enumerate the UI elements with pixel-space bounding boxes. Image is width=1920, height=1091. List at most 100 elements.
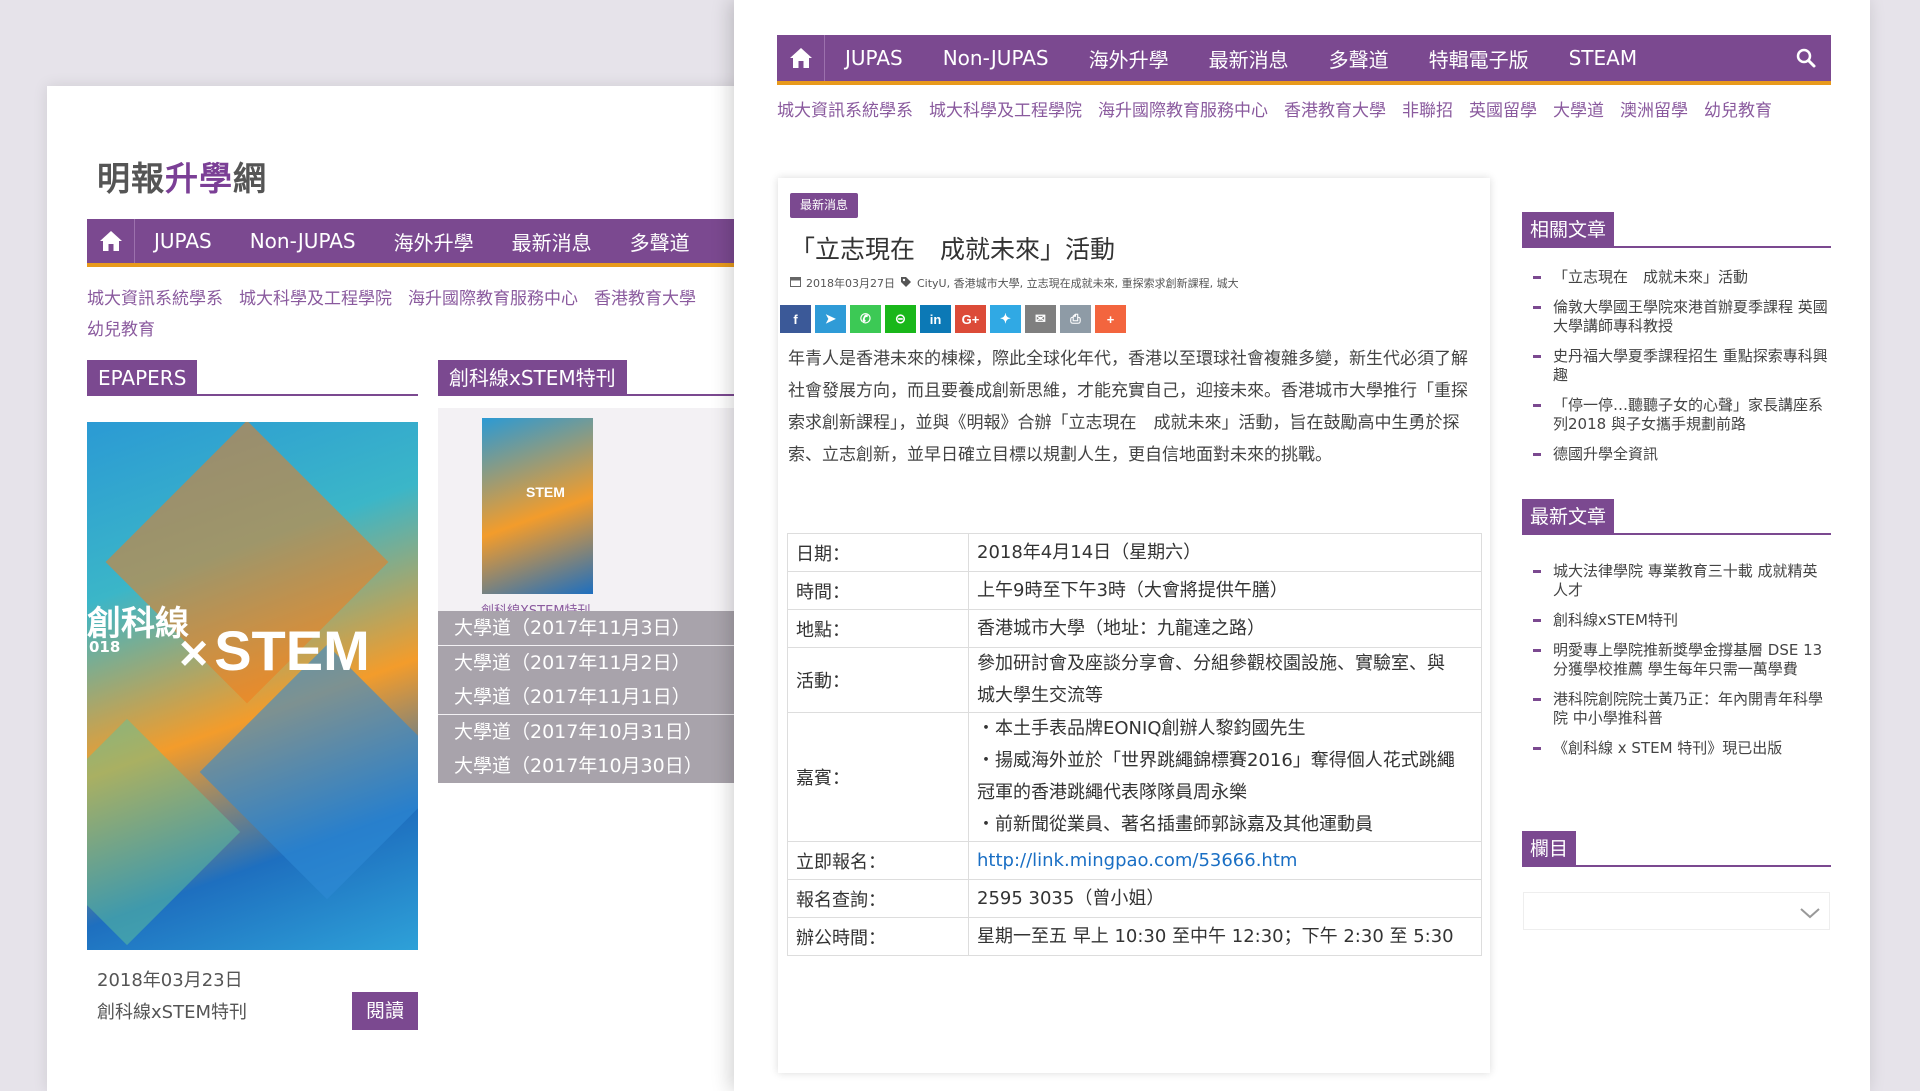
facebook-icon[interactable]: f [780,305,811,333]
archive-item[interactable]: 大學道（2017年11月2日） [438,646,767,680]
home-icon[interactable] [87,219,135,263]
info-label: 日期： [787,533,969,572]
archive-item[interactable]: 大學道（2017年11月3日） [438,611,767,645]
quick-link[interactable]: 英國留學 [1469,101,1537,121]
email-icon[interactable]: ✉ [1025,305,1056,333]
nav-item[interactable]: 多聲道 [611,227,709,256]
quick-link[interactable]: 城大資訊系統學系 [87,289,223,309]
article-intro: 年青人是香港未來的棟樑，際此全球化年代，香港以至環球社會複雜多變，新生代必須了解… [788,349,1468,465]
quick-link[interactable]: 幼兒教育 [87,320,155,340]
info-label: 活動： [787,647,969,713]
signup-link[interactable]: http://link.mingpao.com/53666.htm [977,850,1297,871]
latest-header: 最新文章 [1522,499,1831,535]
quick-link[interactable]: 城大科學及工程學院 [239,289,392,309]
info-value: 參加研討會及座談分享會、分組參觀校園設施、實驗室、與 城大學生交流等 [968,647,1482,713]
related-article-link[interactable]: 德國升學全資訊 [1530,445,1830,464]
info-row: 辦公時間： 星期一至五 早上 10:30 至中午 12:30；下午 2:30 至 … [787,917,1482,956]
info-value: http://link.mingpao.com/53666.htm [968,841,1482,880]
info-value: 2595 3035（曾小姐） [968,879,1482,918]
back-page: 明報升學網 JUPAS Non-JUPAS 海外升學 最新消息 多聲道 城大資訊系統學系… [47,86,767,1091]
latest-title: 最新文章 [1522,499,1615,535]
info-label: 立即報名： [787,841,969,880]
quick-link[interactable]: 海升國際教育服務中心 [1098,101,1268,121]
read-button[interactable]: 閱讀 [352,992,418,1030]
article-date: 2018年03月27日 [806,277,895,290]
archive-item[interactable]: 大學道（2017年11月1日） [438,680,767,714]
nav-item[interactable]: STEAM [1549,46,1658,70]
article-title: 「立志現在 成就未來」活動 [790,235,1116,264]
column-select[interactable] [1523,892,1830,930]
related-article-link[interactable]: 「停一停…聽聽子女的心聲」家長講座系列2018 與子女攜手規劃前路 [1530,396,1830,434]
info-row: 報名查詢： 2595 3035（曾小姐） [787,879,1482,918]
latest-article-link[interactable]: 創科線xSTEM特刊 [1530,611,1830,630]
info-line: 2595 3035（曾小姐） [977,887,1165,909]
archive-item[interactable]: 大學道（2017年10月30日） [438,749,767,783]
latest-article-link[interactable]: 明愛專上學院推新獎學金撐基層 DSE 13分獲學校推薦 學生每年只需一萬學費 [1530,641,1830,679]
related-article-link[interactable]: 倫敦大學國王學院來港首辦夏季課程 英國大學講師專科教授 [1530,298,1830,336]
telegram-icon[interactable]: ➤ [815,305,846,333]
site-logo[interactable]: 明報升學網 [97,152,267,200]
epaper-date: 2018年03月23日 [97,970,243,991]
info-label: 嘉賓： [787,712,969,842]
info-row: 地點： 香港城市大學（地址：九龍達之路） [787,609,1482,648]
line-icon[interactable]: ⊝ [885,305,916,333]
stem-cover-image[interactable]: STEM [482,418,593,594]
related-article-link[interactable]: 史丹福大學夏季課程招生 重點探索專科興趣 [1530,347,1830,385]
info-row: 嘉賓： ・本土手表品牌EONIQ創辦人黎鈞國先生 ・揚威海外並於「世界跳繩錦標賽20… [787,712,1482,842]
info-line: 香港城市大學（地址：九龍達之路） [977,617,1265,639]
info-value: 星期一至五 早上 10:30 至中午 12:30；下午 2:30 至 5:30 [968,917,1482,956]
latest-article-link[interactable]: 港科院創院院士黃乃正：年內開青年科學院 中小學推科普 [1530,690,1830,728]
quick-link[interactable]: 香港教育大學 [1284,101,1386,121]
googleplus-icon[interactable]: G+ [955,305,986,333]
nav-item[interactable]: Non-JUPAS [231,229,375,253]
column-header: 欄目 [1522,831,1831,867]
whatsapp-icon[interactable]: ✆ [850,305,881,333]
front-page: JUPAS Non-JUPAS 海外升學 最新消息 多聲道 特輯電子版 STEAM 城大資訊… [734,0,1870,1091]
nav-item[interactable]: 多聲道 [1309,44,1409,73]
info-value: 2018年4月14日（星期六） [968,533,1482,572]
quick-link[interactable]: 香港教育大學 [594,289,696,309]
quick-link[interactable]: 幼兒教育 [1704,101,1772,121]
related-title: 相關文章 [1522,212,1615,248]
quick-link[interactable]: 城大資訊系統學系 [777,101,913,121]
epapers-header: EPAPERS [87,360,418,396]
info-row: 立即報名： http://link.mingpao.com/53666.htm [787,841,1482,880]
info-line: 參加研討會及座談分享會、分組參觀校園設施、實驗室、與 [977,653,1445,674]
twitter-icon[interactable]: ✦ [990,305,1021,333]
info-line: 城大學生交流等 [977,685,1103,706]
home-icon[interactable] [777,35,825,81]
nav-item[interactable]: 海外升學 [375,227,493,256]
calendar-icon [790,276,801,290]
linkedin-icon[interactable]: in [920,305,951,333]
quick-links: 城大資訊系統學系 城大科學及工程學院 海升國際教育服務中心 香港教育大學 非聯招 英國留學… [777,95,1831,127]
epapers-title: EPAPERS [87,360,198,396]
quick-link[interactable]: 大學道 [1553,101,1604,121]
latest-article-link[interactable]: 城大法律學院 專業教育三十載 成就精英人才 [1530,562,1830,600]
column-title: 欄目 [1522,831,1577,867]
event-info-table: 日期： 2018年4月14日（星期六） 時間： 上午9時至下午3時（大會將提供午膳） 地… [787,533,1482,956]
quick-link[interactable]: 澳洲留學 [1620,101,1688,121]
nav-item[interactable]: JUPAS [135,229,231,253]
article-card: 最新消息 「立志現在 成就未來」活動 2018年03月27日 CityU, 香港… [778,178,1490,1073]
nav-item[interactable]: 最新消息 [493,227,611,256]
latest-article-link[interactable]: 《創科線 x STEM 特刊》現已出版 [1530,739,1830,758]
more-icon[interactable]: + [1095,305,1126,333]
nav-item[interactable]: 海外升學 [1069,44,1189,73]
quick-link[interactable]: 城大科學及工程學院 [929,101,1082,121]
nav-item[interactable]: JUPAS [825,46,923,70]
epaper-cover-image[interactable]: 創科線 018 × STEM [87,422,418,950]
quick-link[interactable]: 非聯招 [1402,101,1453,121]
quick-link[interactable]: 海升國際教育服務中心 [408,289,578,309]
nav-item[interactable]: Non-JUPAS [923,46,1069,70]
nav-item[interactable]: 特輯電子版 [1409,44,1549,73]
related-list: 「立志現在 成就未來」活動倫敦大學國王學院來港首辦夏季課程 英國大學講師專科教授… [1530,268,1830,475]
related-article-link[interactable]: 「立志現在 成就未來」活動 [1530,268,1830,287]
archive-item[interactable]: 大學道（2017年10月31日） [438,715,767,749]
category-badge[interactable]: 最新消息 [790,193,859,218]
info-value: ・本土手表品牌EONIQ創辦人黎鈞國先生 ・揚威海外並於「世界跳繩錦標賽2016」… [968,712,1482,842]
main-nav: JUPAS Non-JUPAS 海外升學 最新消息 多聲道 特輯電子版 STEAM [777,35,1831,85]
search-icon[interactable] [1795,47,1817,69]
article-tags[interactable]: CityU, 香港城市大學, 立志現在成就未來, 重探索求創新課程, 城大 [917,275,1239,291]
print-icon[interactable]: ⎙ [1060,305,1091,333]
nav-item[interactable]: 最新消息 [1189,44,1309,73]
